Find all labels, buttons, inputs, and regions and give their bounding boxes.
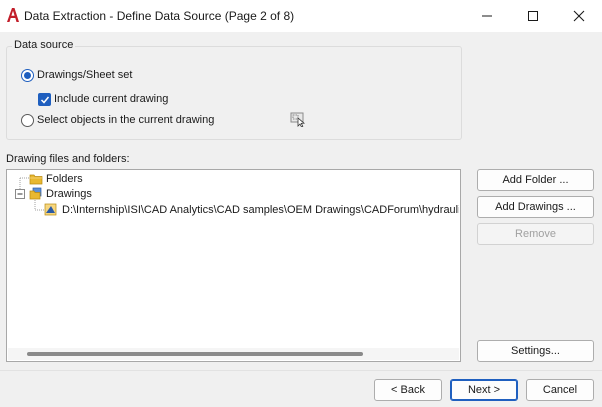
window-title: Data Extraction - Define Data Source (Pa…	[24, 9, 295, 23]
folder-icon	[29, 172, 43, 185]
cancel-button[interactable]: Cancel	[526, 379, 594, 401]
tree-item-folders[interactable]: Folders	[46, 172, 83, 186]
remove-button[interactable]: Remove	[477, 223, 594, 245]
maximize-icon	[528, 11, 538, 21]
include-current-drawing-label[interactable]: Include current drawing	[54, 93, 168, 105]
drawing-files-label: Drawing files and folders:	[6, 153, 130, 165]
include-current-drawing-checkbox[interactable]	[38, 93, 51, 106]
dialog-body: Data source Drawings/Sheet set Include c…	[0, 32, 602, 407]
minimize-button[interactable]	[464, 0, 510, 32]
drawing-files-tree[interactable]: Folders Drawings D:\Internship\ISI\CAD A…	[6, 169, 461, 362]
maximize-button[interactable]	[510, 0, 556, 32]
select-objects-icon[interactable]	[290, 111, 306, 128]
drawings-icon	[29, 187, 43, 200]
title-bar: Data Extraction - Define Data Source (Pa…	[0, 0, 602, 32]
drawings-sheet-set-radio[interactable]	[21, 69, 34, 82]
tree-item-drawings[interactable]: Drawings	[46, 187, 92, 201]
close-button[interactable]	[556, 0, 602, 32]
checkmark-icon	[40, 96, 50, 104]
drawings-sheet-set-label[interactable]: Drawings/Sheet set	[37, 69, 132, 81]
back-button[interactable]: < Back	[374, 379, 442, 401]
add-drawings-button[interactable]: Add Drawings ...	[477, 196, 594, 218]
horizontal-scrollbar[interactable]	[8, 348, 459, 360]
data-source-group-label: Data source	[12, 39, 76, 51]
select-objects-radio[interactable]	[21, 114, 34, 127]
autocad-icon	[6, 7, 20, 23]
collapse-toggle-icon[interactable]	[15, 189, 25, 199]
next-button[interactable]: Next >	[450, 379, 518, 401]
tree-item-drawing-path[interactable]: D:\Internship\ISI\CAD Analytics\CAD samp…	[62, 203, 459, 217]
settings-button[interactable]: Settings...	[477, 340, 594, 362]
drawing-file-icon	[44, 203, 58, 216]
select-objects-label[interactable]: Select objects in the current drawing	[37, 114, 214, 126]
data-source-group: Data source Drawings/Sheet set Include c…	[6, 39, 462, 140]
close-icon	[573, 10, 585, 22]
footer-separator	[0, 370, 602, 371]
add-folder-button[interactable]: Add Folder ...	[477, 169, 594, 191]
minimize-icon	[482, 15, 492, 17]
horizontal-scrollbar-thumb[interactable]	[27, 352, 363, 356]
